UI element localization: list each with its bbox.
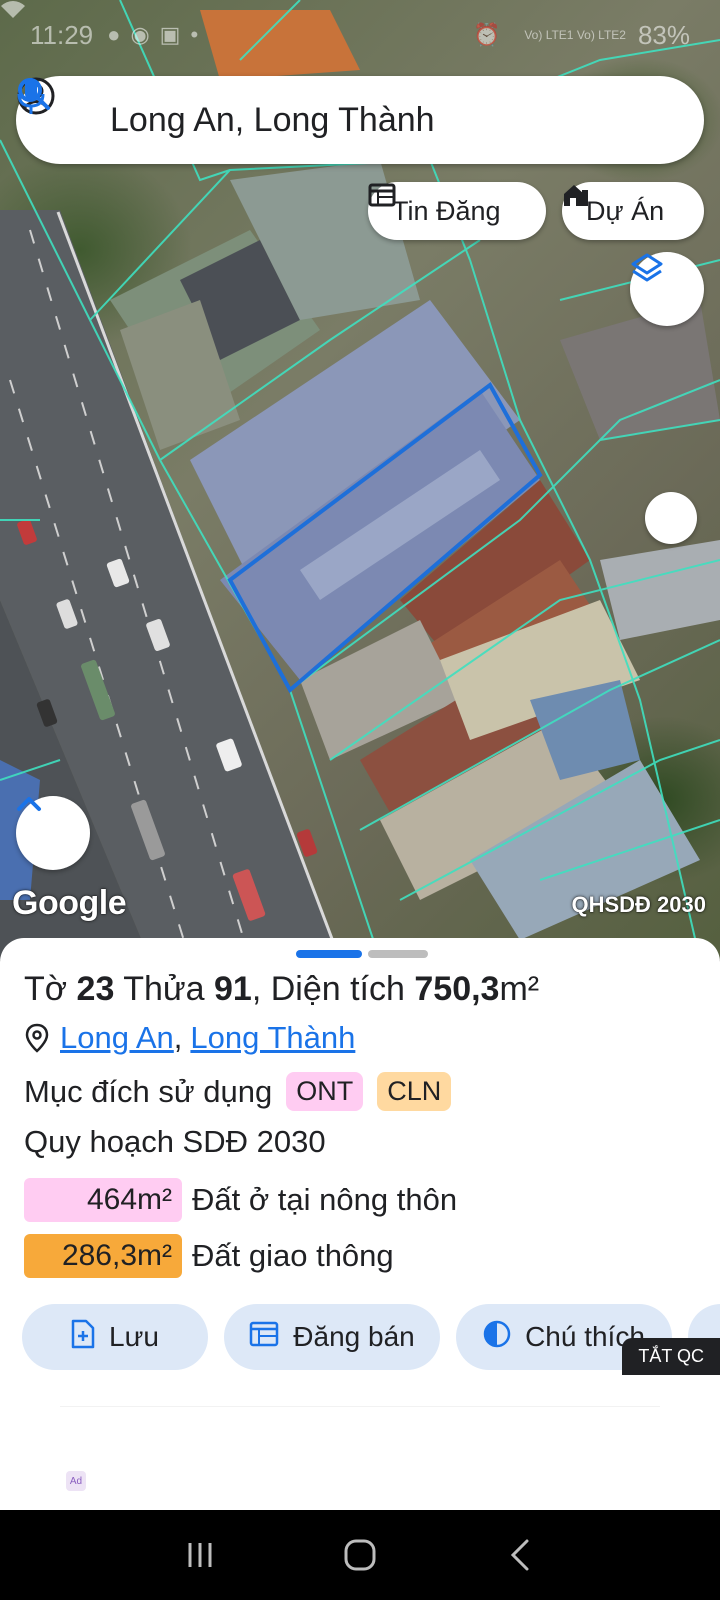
contrast-icon	[483, 1320, 511, 1355]
parcel-location: Long An , Long Thành	[24, 1020, 355, 1056]
search-input[interactable]: Long An, Long Thành	[110, 101, 548, 140]
recent-apps-icon[interactable]	[180, 1535, 220, 1575]
map-view[interactable]: 11:29 ● ◉ ▣ • ⏰ Vo) LTE1 Vo) LTE2 83% Lo…	[0, 0, 720, 960]
sheet-handle[interactable]	[296, 950, 428, 958]
plan-label: Quy hoạch SDĐ 2030	[24, 1124, 326, 1159]
tin-dang-label: Tin Đăng	[392, 195, 501, 226]
google-logo: Google	[12, 884, 127, 922]
area-row-traffic: 286,3m² Đất giao thông	[24, 1234, 394, 1278]
expand-up-button[interactable]	[16, 796, 90, 870]
ad-banner[interactable]: Ad	[60, 1406, 660, 1510]
system-navigation-bar	[0, 1510, 720, 1600]
to-label: Tờ	[24, 970, 68, 1008]
dientich-label: , Diện tích	[251, 970, 405, 1008]
district-link[interactable]: Long Thành	[190, 1020, 355, 1056]
dientich-value: 750,3	[414, 970, 500, 1008]
map-layer-label: QHSDĐ 2030	[571, 892, 706, 917]
search-icon[interactable]	[18, 78, 614, 142]
camera-notification-icon: ●	[107, 22, 121, 47]
gallery-notification-icon: ▣	[159, 22, 181, 47]
province-link[interactable]: Long An	[60, 1020, 174, 1056]
purpose-label: Mục đích sử dụng	[24, 1073, 273, 1109]
thua-label: Thửa	[123, 970, 205, 1008]
battery-level: 83%	[637, 19, 690, 50]
area-value-residential: 464m²	[24, 1178, 182, 1222]
land-use-purpose: Mục đích sử dụng ONT CLN	[24, 1072, 452, 1111]
status-time: 11:29	[30, 19, 94, 50]
parcel-title: Tờ 23 Thửa 91, Diện tích 750,3m²	[24, 970, 539, 1009]
du-an-label: Dự Án	[586, 195, 665, 226]
disable-ads-button[interactable]: TẮT QC	[622, 1338, 720, 1375]
action-buttons: Lưu Đăng bán Chú thích	[22, 1304, 720, 1370]
du-an-chip[interactable]: Dự Án	[562, 182, 704, 240]
to-value: 23	[76, 970, 115, 1008]
microphone-icon[interactable]	[17, 78, 680, 142]
opacity-slider-handle[interactable]	[645, 492, 697, 544]
home-icon[interactable]	[340, 1535, 380, 1575]
post-for-sale-button[interactable]: Đăng bán	[224, 1304, 440, 1370]
location-separator: ,	[173, 1020, 183, 1055]
land-use-badge-cln: CLN	[377, 1072, 452, 1111]
area-row-residential: 464m² Đất ở tại nông thôn	[24, 1178, 457, 1222]
ad-choices-icon[interactable]: Ad	[66, 1471, 86, 1491]
back-icon[interactable]	[500, 1535, 540, 1575]
listing-table-icon	[249, 1321, 279, 1354]
alarm-icon: ⏰	[472, 22, 501, 47]
location-pin-icon	[24, 1023, 50, 1053]
post-label: Đăng bán	[293, 1321, 415, 1352]
area-value-traffic: 286,3m²	[24, 1234, 182, 1278]
layers-button[interactable]	[630, 252, 704, 326]
handle-inactive	[368, 950, 428, 958]
save-label: Lưu	[109, 1321, 159, 1352]
tin-dang-chip[interactable]: Tin Đăng	[368, 182, 546, 240]
search-bar[interactable]: Long An, Long Thành	[16, 76, 704, 164]
area-label-residential: Đất ở tại nông thôn	[192, 1182, 458, 1217]
notification-icons: ● ◉ ▣ •	[107, 22, 198, 48]
area-unit: m²	[499, 970, 540, 1008]
land-use-badge-ont: ONT	[286, 1072, 364, 1111]
parcel-info-sheet: Tờ 23 Thửa 91, Diện tích 750,3m² Long An…	[0, 938, 720, 1510]
save-button[interactable]: Lưu	[22, 1304, 208, 1370]
handle-active	[296, 950, 362, 958]
dot-notification-icon: •	[190, 22, 199, 47]
add-file-icon	[71, 1319, 95, 1356]
network-status: Vo) LTE1 Vo) LTE2	[524, 28, 626, 42]
thua-value: 91	[214, 970, 252, 1008]
area-label-traffic: Đất giao thông	[192, 1238, 394, 1273]
status-bar: 11:29 ● ◉ ▣ • ⏰ Vo) LTE1 Vo) LTE2 83%	[0, 0, 720, 70]
messenger-notification-icon: ◉	[130, 22, 150, 47]
